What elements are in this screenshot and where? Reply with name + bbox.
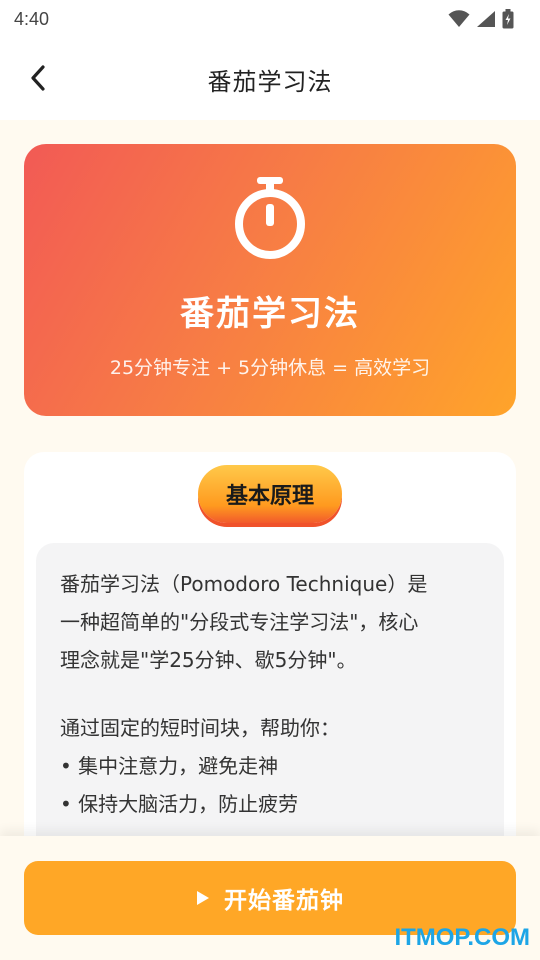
play-icon: [197, 891, 209, 905]
principle-text-line: 理念就是"学25分钟、歇5分钟"。: [60, 648, 357, 672]
list-item: • 保持大脑活力，防止疲劳: [60, 792, 299, 816]
section-badge-label: 基本原理: [225, 484, 314, 509]
principle-content[interactable]: 番茄学习法（Pomodoro Technique）是 一种超简单的"分段式专注学…: [36, 543, 504, 863]
section-badge: 基本原理: [198, 465, 342, 523]
back-button[interactable]: [18, 58, 58, 98]
watermark: ITMOP.COM: [394, 924, 530, 951]
wifi-icon: [448, 10, 470, 27]
hero-banner: 番茄学习法 25分钟专注 + 5分钟休息 = 高效学习: [24, 144, 516, 416]
hero-title: 番茄学习法: [180, 294, 360, 334]
chevron-left-icon: [31, 65, 45, 91]
stopwatch-icon: [235, 177, 305, 259]
status-bar: 4:40: [0, 0, 540, 38]
battery-icon: [502, 9, 514, 29]
hero-subtitle: 25分钟专注 + 5分钟休息 = 高效学习: [109, 357, 431, 379]
page-title: 番茄学习法: [207, 67, 333, 96]
principle-text-line: 番茄学习法（Pomodoro Technique）是: [60, 572, 428, 596]
list-item: • 集中注意力，避免走神: [60, 754, 279, 778]
status-time: 4:40: [14, 8, 50, 29]
principle-text-line: 一种超简单的"分段式专注学习法"，核心: [60, 610, 419, 634]
signal-icon: [477, 11, 495, 27]
principle-intro: 通过固定的短时间块，帮助你：: [60, 716, 340, 740]
nav-bar: 番茄学习法: [0, 38, 540, 120]
status-icons: [448, 9, 514, 29]
principle-card: 基本原理 番茄学习法（Pomodoro Technique）是 一种超简单的"分…: [24, 452, 516, 872]
start-pomodoro-label: 开始番茄钟: [224, 888, 344, 914]
